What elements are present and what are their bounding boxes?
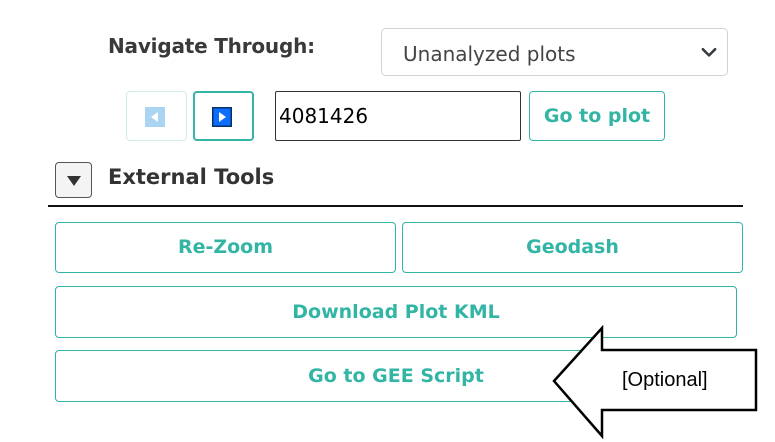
caret-down-icon (67, 176, 81, 186)
next-plot-button[interactable] (193, 91, 254, 141)
section-divider (48, 205, 743, 207)
external-tools-title: External Tools (108, 165, 275, 189)
chevron-down-icon (701, 47, 717, 57)
navigation-mode-select[interactable]: Unanalyzed plots (381, 28, 728, 76)
navigation-mode-value: Unanalyzed plots (403, 42, 576, 66)
navigate-through-label: Navigate Through: (108, 34, 315, 58)
geodash-button[interactable]: Geodash (402, 222, 743, 273)
prev-arrow-icon (145, 107, 165, 127)
rezoom-button[interactable]: Re-Zoom (55, 222, 396, 273)
external-tools-toggle-button[interactable] (55, 162, 92, 198)
previous-plot-button[interactable] (126, 91, 187, 141)
plot-id-input[interactable] (275, 91, 521, 141)
optional-annotation-text: [Optional] (622, 369, 708, 391)
collect-sidebar-panel: Navigate Through: Unanalyzed plots Go to… (0, 0, 775, 442)
next-arrow-icon (212, 107, 232, 127)
go-to-plot-button[interactable]: Go to plot (529, 91, 665, 141)
